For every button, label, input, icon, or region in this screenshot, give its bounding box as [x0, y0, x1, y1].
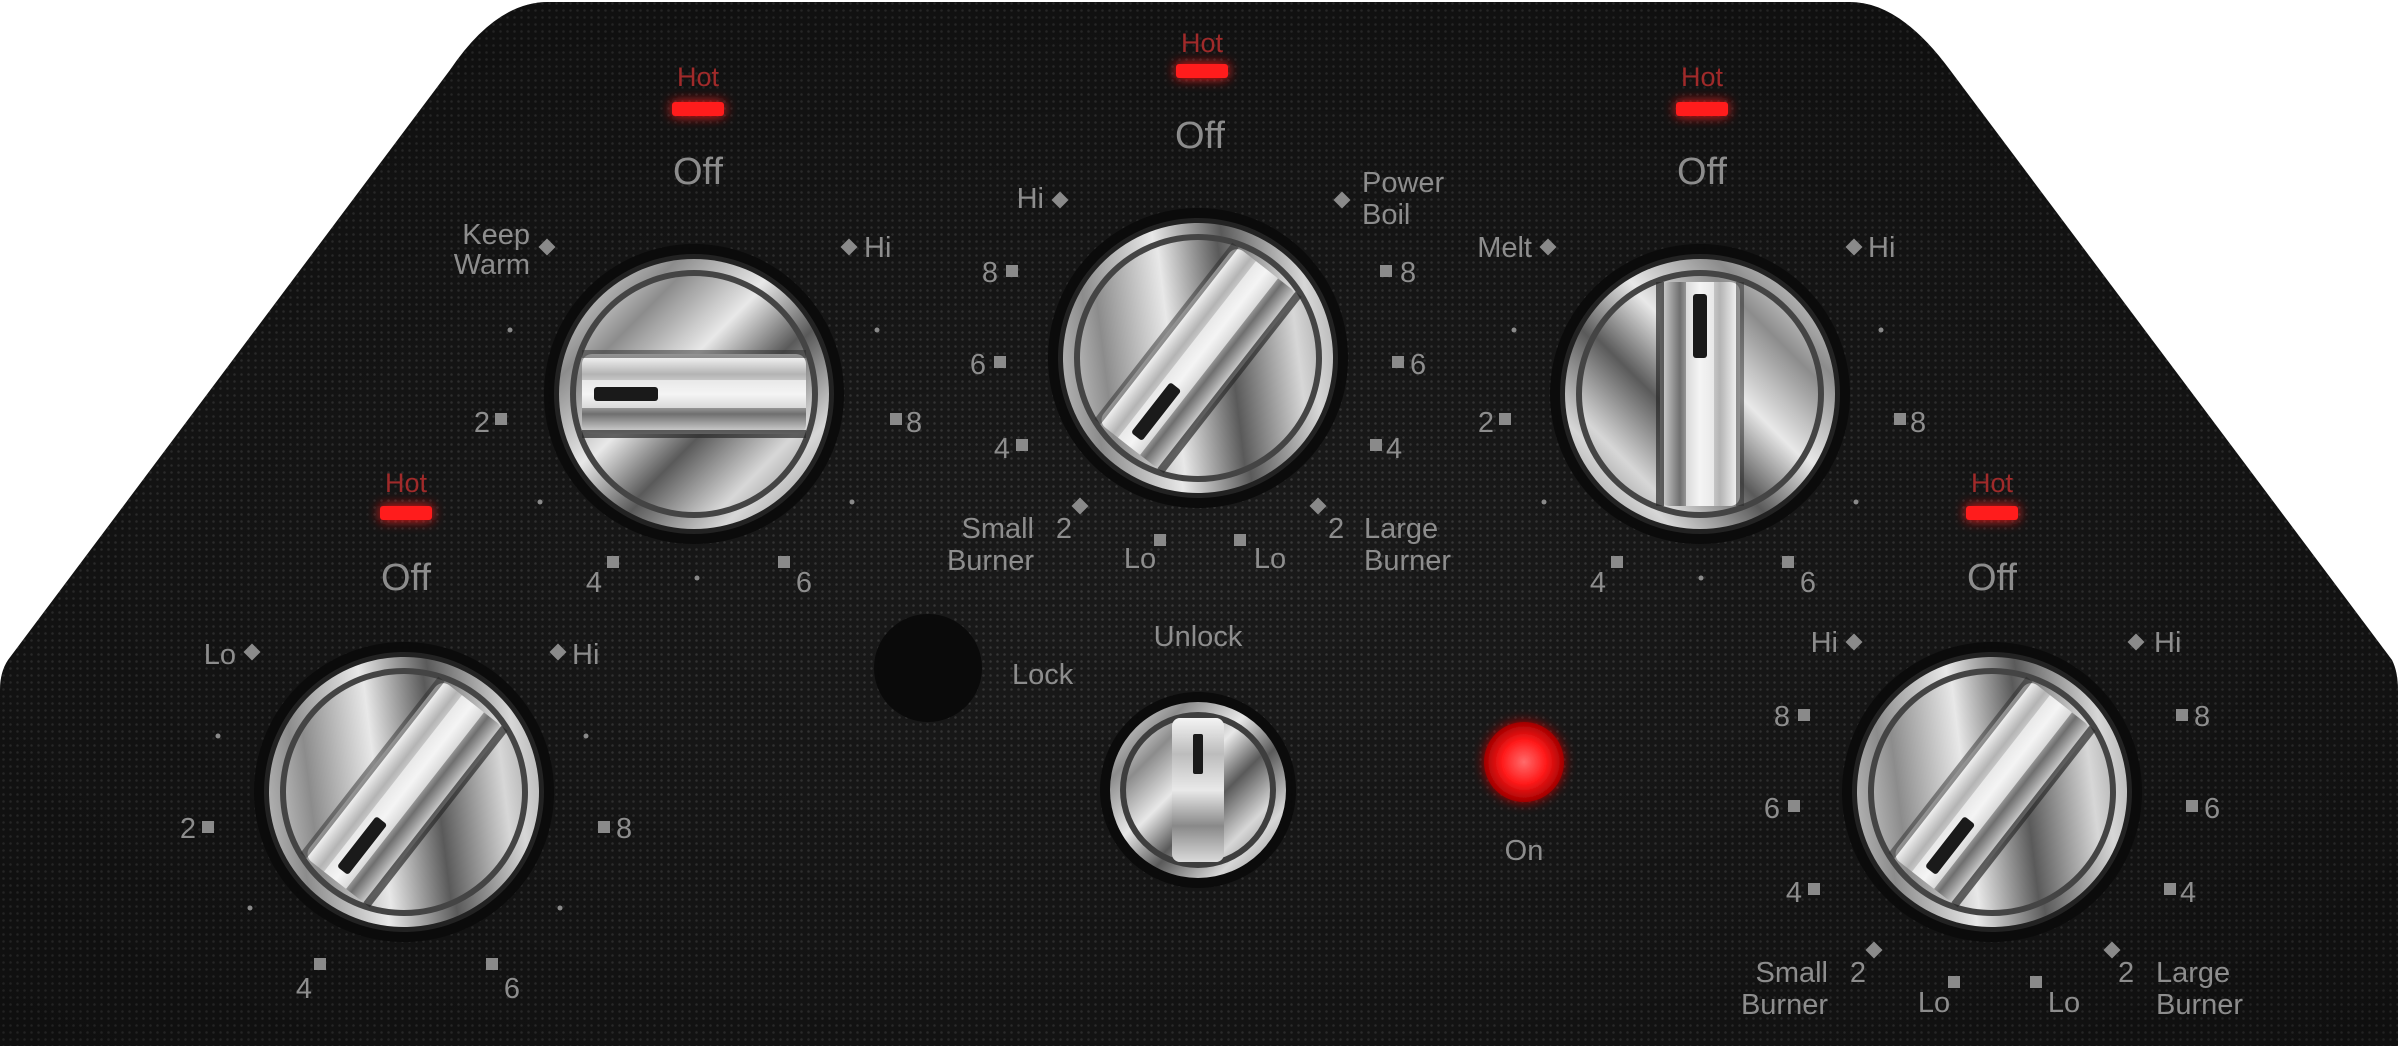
- cooktop-control-panel: Hot Off Hot Off Hot Off Hot Off Hot Off …: [0, 2, 2398, 1046]
- scale-label: 8: [906, 407, 922, 439]
- hot-light-icon: [1176, 64, 1228, 78]
- scale-label: 6: [796, 567, 812, 599]
- scale-label: 8: [616, 813, 632, 845]
- scale-label: 2: [474, 407, 490, 439]
- scale-label: Burner: [1741, 989, 1828, 1021]
- scale-label: 6: [1410, 349, 1426, 381]
- scale-label: Hi: [1868, 232, 1895, 264]
- on-label: On: [1505, 835, 1544, 867]
- scale-label: 4: [1786, 877, 1802, 909]
- scale-label: 2: [1478, 407, 1494, 439]
- scale-label: 8: [2194, 701, 2210, 733]
- scale-label: Burner: [2156, 989, 2243, 1021]
- scale-label: Lo: [204, 639, 236, 671]
- scale-label: Hi: [572, 639, 599, 671]
- scale-label: 6: [1800, 567, 1816, 599]
- scale-label: Lo: [2048, 987, 2080, 1019]
- hot-label: Hot: [677, 62, 720, 92]
- scale-label: Large: [2156, 957, 2230, 989]
- scale-label: 8: [1910, 407, 1926, 439]
- scale-label: 6: [2204, 793, 2220, 825]
- scale-label: 2: [1850, 957, 1866, 989]
- scale-label: 8: [1774, 701, 1790, 733]
- scale-label: 8: [1400, 257, 1416, 289]
- scale-label: 6: [970, 349, 986, 381]
- off-label: Off: [1175, 115, 1225, 157]
- off-label: Off: [381, 557, 431, 599]
- hot-light-icon: [1676, 102, 1728, 116]
- hot-label: Hot: [1681, 62, 1724, 92]
- scale-label: 2: [1328, 513, 1344, 545]
- scale-label: Lo: [1124, 543, 1156, 575]
- scale-label: Melt: [1477, 232, 1532, 264]
- scale-label: 6: [1764, 793, 1780, 825]
- lock-button-icon[interactable]: [874, 614, 982, 722]
- hot-light-icon: [1966, 506, 2018, 520]
- scale-label: 4: [586, 567, 602, 599]
- scale-label: 8: [982, 257, 998, 289]
- scale-label: 2: [1056, 513, 1072, 545]
- scale-label: Boil: [1362, 199, 1410, 231]
- scale-label: Hi: [864, 232, 891, 264]
- scale-label: Burner: [947, 545, 1034, 577]
- off-label: Off: [1967, 557, 2017, 599]
- scale-label: Power: [1362, 167, 1445, 199]
- hot-light-icon: [380, 506, 432, 520]
- scale-label: Keep: [462, 219, 530, 251]
- scale-label: Hi: [1017, 183, 1044, 215]
- scale-label: Large: [1364, 513, 1438, 545]
- scale-label: 4: [994, 433, 1010, 465]
- scale-label: 4: [1590, 567, 1606, 599]
- scale-label: Hi: [2154, 627, 2181, 659]
- scale-label: 2: [180, 813, 196, 845]
- scale-label: Lo: [1918, 987, 1950, 1019]
- scale-label: Warm: [454, 249, 530, 281]
- off-label: Off: [1677, 151, 1727, 193]
- scale-label: Small: [961, 513, 1034, 545]
- scale-label: Hi: [1811, 627, 1838, 659]
- rotary-knob-icon[interactable]: [1550, 244, 1850, 544]
- hot-label: Hot: [1971, 468, 2014, 498]
- hot-label: Hot: [1181, 28, 1224, 58]
- scale-label: Small: [1755, 957, 1828, 989]
- scale-label: Lo: [1254, 543, 1286, 575]
- scale-label: Burner: [1364, 545, 1451, 577]
- on-light-icon: [1484, 722, 1564, 802]
- hot-light-icon: [672, 102, 724, 116]
- lock-label: Lock: [1012, 659, 1074, 691]
- off-label: Off: [673, 151, 723, 193]
- scale-label: 4: [2180, 877, 2196, 909]
- rotary-knob-icon[interactable]: [544, 244, 844, 544]
- scale-label: 4: [296, 973, 312, 1005]
- lock-knob-icon[interactable]: [1100, 692, 1296, 888]
- hot-label: Hot: [385, 468, 428, 498]
- scale-label: 4: [1386, 433, 1402, 465]
- scale-label: 6: [504, 973, 520, 1005]
- scale-label: 2: [2118, 957, 2134, 989]
- unlock-label: Unlock: [1154, 621, 1243, 653]
